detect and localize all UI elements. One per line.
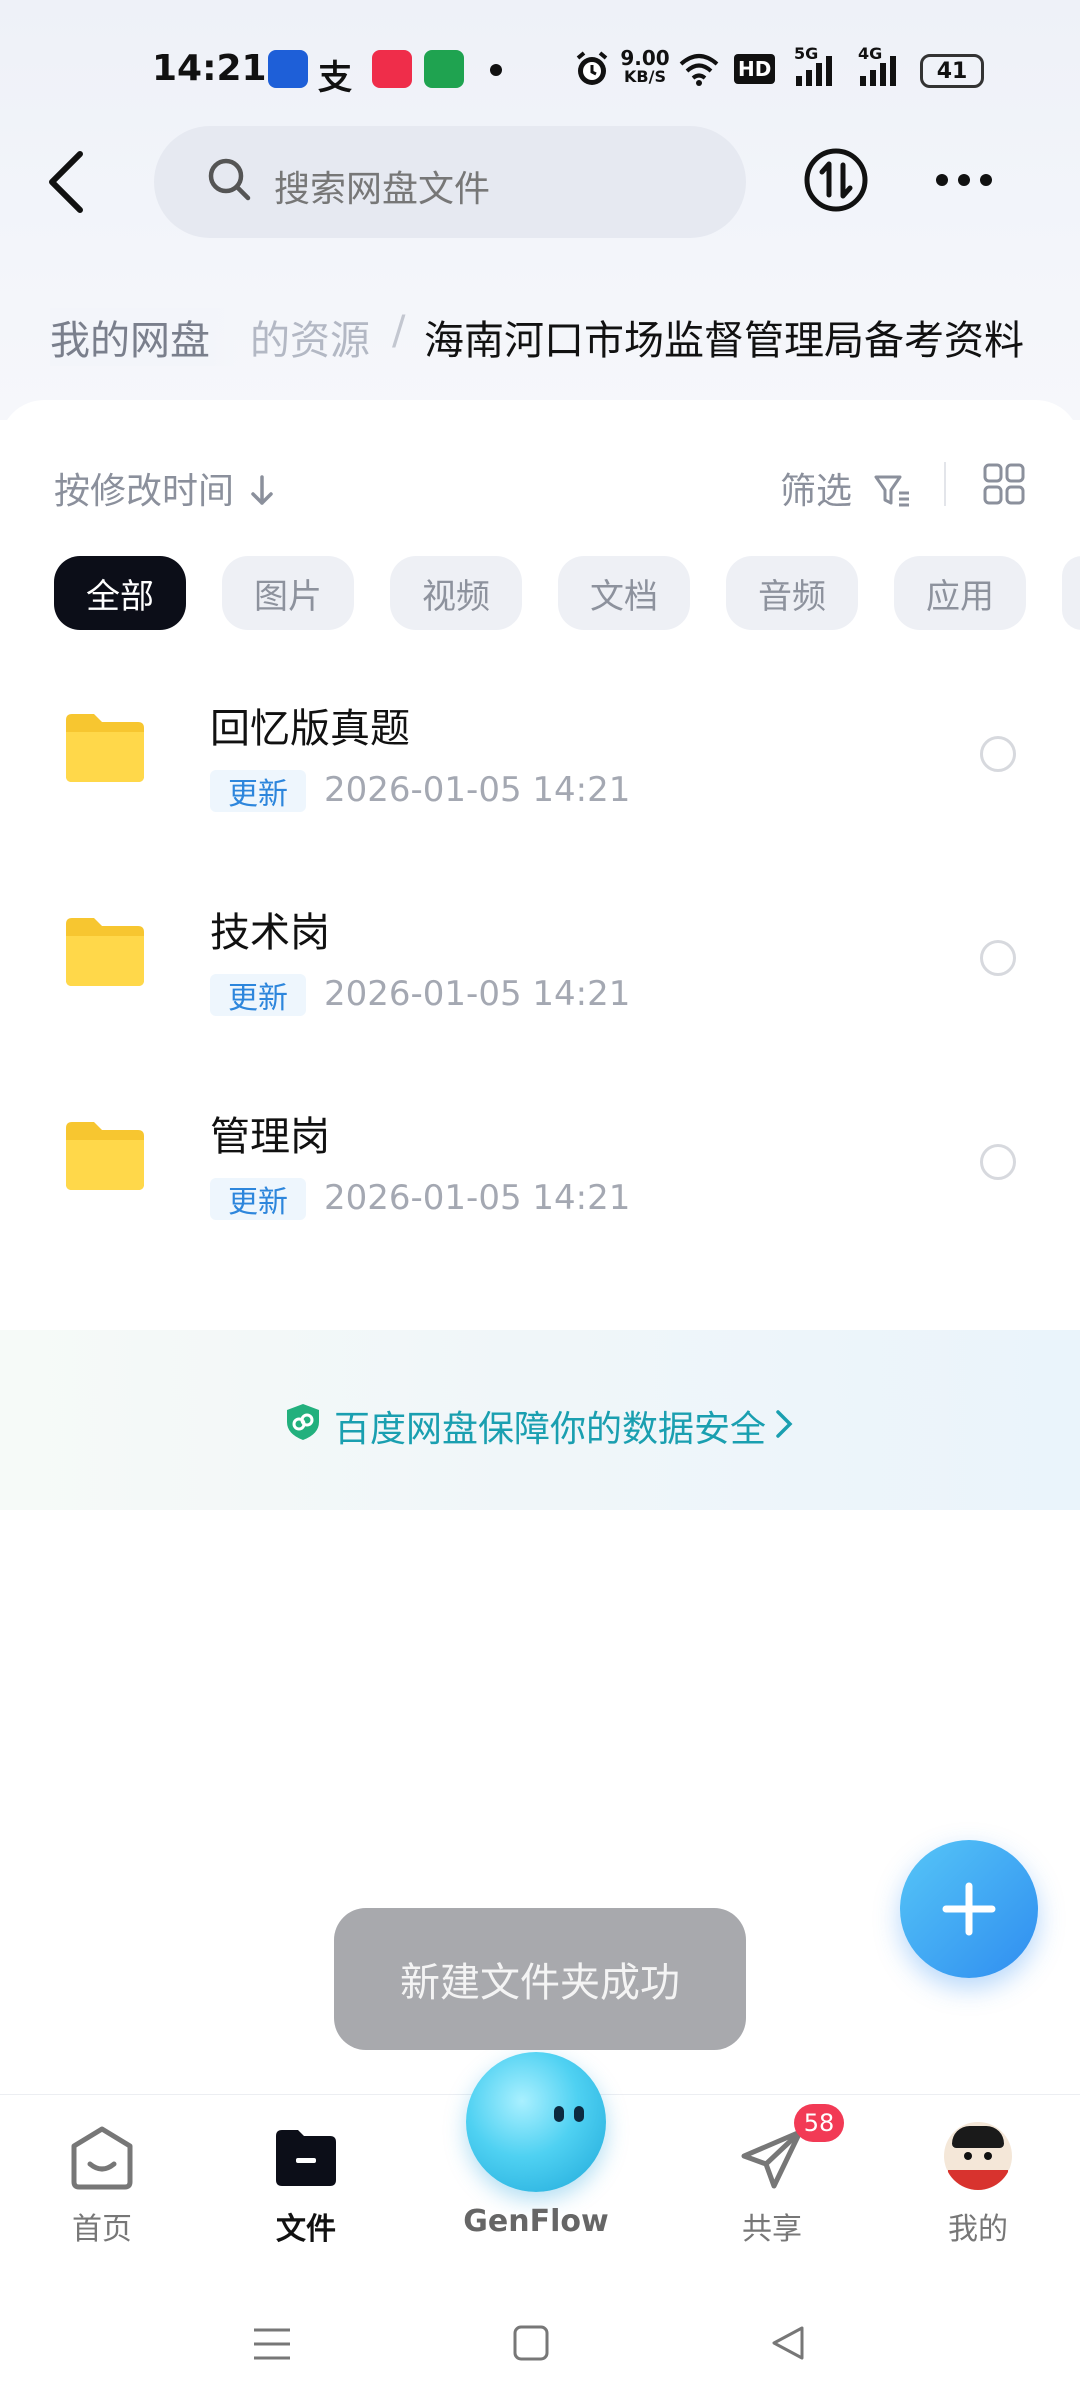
- file-row[interactable]: 管理岗 更新 2026-01-05 14:21: [0, 1058, 1080, 1262]
- chip-videos[interactable]: 视频: [390, 556, 522, 630]
- orb-eye-left: [554, 2106, 564, 2122]
- oppo-app-icon: [424, 50, 464, 88]
- genflow-assistant-icon[interactable]: [466, 2052, 606, 2192]
- back-arrow-icon[interactable]: [46, 150, 86, 214]
- wifi-icon: [679, 54, 719, 86]
- file-date: 2026-01-05 14:21: [324, 770, 631, 810]
- folder-icon: [66, 714, 144, 782]
- avatar-shirt: [948, 2170, 1008, 2190]
- toast-message: 新建文件夹成功: [334, 1908, 746, 2050]
- alarm-icon: [576, 51, 608, 85]
- chip-audio[interactable]: 音频: [726, 556, 858, 630]
- breadcrumb-current: 海南河口市场监督管理局备考资料: [424, 318, 1024, 364]
- chip-more[interactable]: [1062, 556, 1080, 630]
- folder-icon: [66, 1122, 144, 1190]
- folder-icon: [66, 918, 144, 986]
- file-date: 2026-01-05 14:21: [324, 974, 631, 1014]
- file-row[interactable]: 回忆版真题 更新 2026-01-05 14:21: [0, 650, 1080, 854]
- select-checkbox[interactable]: [980, 1144, 1016, 1180]
- home-icon: [71, 2126, 133, 2190]
- battery-indicator: 41: [920, 54, 984, 88]
- more-notifications-dot: [490, 64, 502, 76]
- orb-eye-right: [574, 2106, 584, 2122]
- file-name: 回忆版真题: [210, 706, 410, 752]
- nav-home-label: 首页: [72, 2212, 132, 2247]
- shield-icon: [287, 1404, 319, 1440]
- file-row[interactable]: 技术岗 更新 2026-01-05 14:21: [0, 854, 1080, 1058]
- share-send-icon: [741, 2129, 803, 2189]
- filter-icon: [874, 475, 910, 507]
- chip-apps[interactable]: 应用: [894, 556, 1026, 630]
- toolbar-divider: [944, 462, 946, 506]
- filter-button[interactable]: 筛选: [780, 462, 913, 514]
- nav-mine[interactable]: 我的: [898, 2110, 1058, 2260]
- transfer-list-icon[interactable]: [803, 147, 869, 213]
- update-badge: 更新: [210, 1178, 306, 1220]
- file-name: 技术岗: [210, 910, 330, 956]
- chip-documents[interactable]: 文档: [558, 556, 690, 630]
- avatar: [944, 2122, 1012, 2190]
- breadcrumb: 的资源 我的网盘 / 海南河口市场监督管理局备考资料: [0, 280, 1080, 380]
- search-input[interactable]: 搜索网盘文件: [154, 126, 746, 238]
- chip-all[interactable]: 全部: [54, 556, 186, 630]
- signal-strength-icon-2: [860, 56, 896, 86]
- nav-home[interactable]: 首页: [22, 2110, 182, 2260]
- breadcrumb-home[interactable]: 我的网盘: [50, 308, 240, 366]
- nav-share-label: 共享: [742, 2212, 802, 2247]
- breadcrumb-parent[interactable]: 的资源: [250, 308, 370, 366]
- home-system-icon[interactable]: [512, 2324, 550, 2362]
- redbook-icon: [372, 50, 412, 88]
- nav-genflow-label[interactable]: GenFlow: [456, 2204, 616, 2239]
- search-icon: [208, 158, 251, 201]
- nav-mine-label: 我的: [948, 2212, 1008, 2247]
- add-button[interactable]: [900, 1840, 1038, 1978]
- file-date: 2026-01-05 14:21: [324, 1178, 631, 1218]
- alipay-icon: 支: [318, 58, 352, 98]
- hd-voice-badge: HD: [734, 54, 776, 84]
- sort-down-arrow-icon: [251, 475, 274, 505]
- sort-control[interactable]: 按修改时间: [54, 462, 275, 514]
- app-notification-icon: [268, 50, 308, 88]
- grid-view-icon[interactable]: [982, 462, 1026, 506]
- breadcrumb-separator: /: [392, 308, 406, 354]
- chevron-right-icon: [776, 1410, 793, 1438]
- select-checkbox[interactable]: [980, 736, 1016, 772]
- recent-apps-icon[interactable]: [252, 2326, 292, 2362]
- avatar-eye: [984, 2152, 992, 2160]
- avatar-hair: [952, 2126, 1004, 2148]
- update-badge: 更新: [210, 974, 306, 1016]
- network-speed: 9.00 KB/S: [620, 46, 670, 86]
- more-options-icon[interactable]: [934, 168, 994, 192]
- sort-label: 按修改时间: [54, 471, 235, 512]
- status-time: 14:21: [152, 48, 267, 89]
- update-badge: 更新: [210, 770, 306, 812]
- signal-strength-icon-1: [796, 56, 832, 86]
- file-name: 管理岗: [210, 1114, 330, 1160]
- plus-icon: [942, 1882, 996, 1936]
- search-placeholder: 搜索网盘文件: [274, 169, 491, 210]
- avatar-eye: [964, 2152, 972, 2160]
- back-system-icon[interactable]: [770, 2324, 806, 2362]
- security-text[interactable]: 百度网盘保障你的数据安全: [334, 1400, 766, 1452]
- filter-label: 筛选: [780, 471, 853, 512]
- system-navigation-bar: [0, 2290, 1080, 2400]
- status-bar: 14:21 支 9.00 KB/S HD 5G 4G 41: [0, 30, 1080, 110]
- select-checkbox[interactable]: [980, 940, 1016, 976]
- chip-images[interactable]: 图片: [222, 556, 354, 630]
- nav-files[interactable]: 文件: [226, 2110, 386, 2260]
- nav-files-label: 文件: [276, 2212, 336, 2247]
- share-notification-badge: 58: [794, 2104, 844, 2142]
- folder-nav-icon: [276, 2130, 336, 2186]
